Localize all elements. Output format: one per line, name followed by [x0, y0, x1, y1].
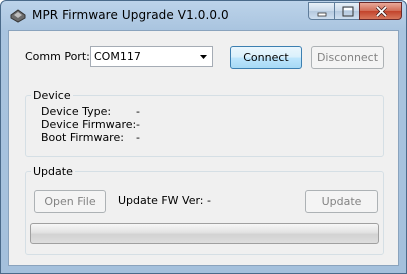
update-fw-ver-label: Update FW Ver: [118, 194, 204, 207]
app-window: MPR Firmware Upgrade V1.0.0.0 Comm Port:… [0, 0, 407, 274]
update-progress-bar [30, 223, 379, 244]
boot-firmware-label: Boot Firmware: [41, 131, 124, 144]
boot-firmware-value: - [136, 131, 140, 144]
update-fw-ver-value: - [207, 194, 211, 207]
chevron-down-icon [200, 55, 207, 59]
update-group-title: Update [31, 165, 75, 178]
device-group: Device Device Type: - Device Firmware: -… [25, 89, 384, 157]
device-firmware-label: Device Firmware: [41, 118, 137, 131]
minimize-icon [317, 12, 327, 17]
device-group-title: Device [31, 89, 73, 102]
comm-port-select[interactable]: COM117 [90, 46, 213, 67]
device-type-value: - [136, 105, 140, 118]
comm-port-value: COM117 [94, 50, 141, 63]
device-firmware-value: - [136, 118, 140, 131]
update-button[interactable]: Update [305, 190, 378, 213]
maximize-button[interactable] [334, 2, 360, 20]
title-bar[interactable]: MPR Firmware Upgrade V1.0.0.0 [1, 1, 406, 31]
close-icon [375, 5, 388, 18]
client-area: Comm Port: COM117 Connect Disconnect Dev… [8, 30, 399, 266]
app-icon [10, 9, 26, 23]
device-type-label: Device Type: [41, 105, 112, 118]
close-button[interactable] [359, 2, 402, 20]
window-title: MPR Firmware Upgrade V1.0.0.0 [32, 8, 229, 22]
comm-port-label: Comm Port: [25, 50, 90, 63]
open-file-button[interactable]: Open File [34, 190, 106, 213]
disconnect-button[interactable]: Disconnect [311, 46, 384, 69]
maximize-icon [342, 6, 354, 17]
minimize-button[interactable] [308, 2, 335, 20]
connect-button[interactable]: Connect [230, 46, 302, 69]
